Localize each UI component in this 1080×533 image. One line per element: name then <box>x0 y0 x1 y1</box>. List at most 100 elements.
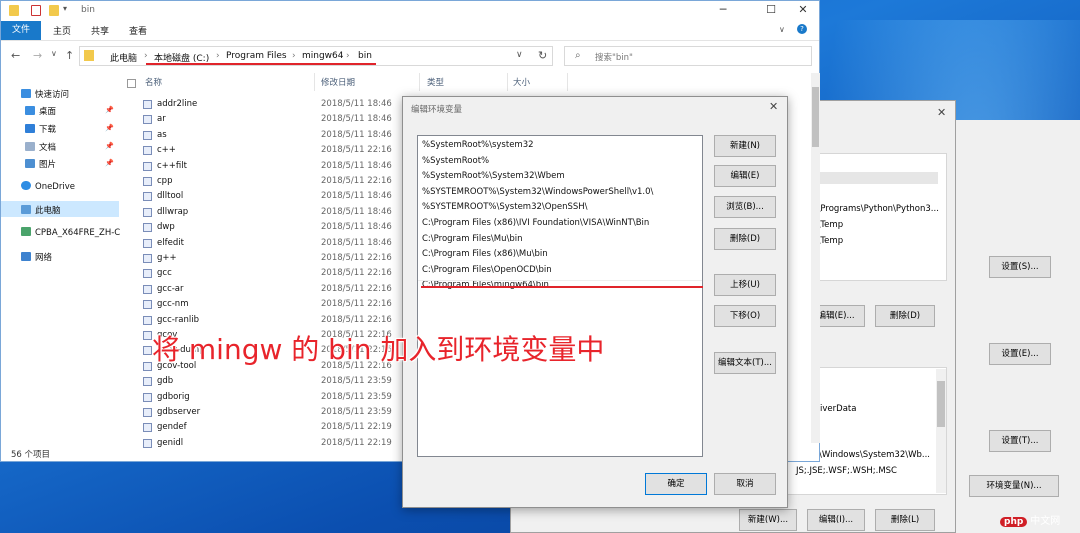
breadcrumb-this-pc[interactable]: 此电脑 <box>110 51 137 64</box>
file-row[interactable]: c++filt 2018/5/11 18:46 <box>141 159 401 174</box>
user-delete-button[interactable]: 删除(D) <box>875 305 935 327</box>
file-row[interactable]: elfedit 2018/5/11 18:46 <box>141 236 401 251</box>
path-entry[interactable]: %SystemRoot%\System32\Wbem <box>422 171 565 181</box>
sidebar-item-dvd-drive[interactable]: CPBA_X64FRE_ZH-C <box>21 227 120 238</box>
file-row[interactable]: cpp 2018/5/11 22:16 <box>141 174 401 189</box>
breadcrumb-mingw64[interactable]: mingw64 <box>302 51 344 61</box>
sys-delete-button[interactable]: 删除(L) <box>875 509 935 531</box>
file-name: gdb <box>157 376 174 387</box>
address-dropdown-icon[interactable]: ∨ <box>516 50 523 60</box>
file-row[interactable]: gdb 2018/5/11 23:59 <box>141 374 401 389</box>
file-row[interactable]: g++ 2018/5/11 22:16 <box>141 251 401 266</box>
select-all-checkbox[interactable] <box>127 79 136 88</box>
edit-path-button[interactable]: 编辑(E) <box>714 165 776 187</box>
environment-variables-button[interactable]: 环境变量(N)... <box>969 475 1059 497</box>
sys-list-scrollbar[interactable] <box>936 369 946 493</box>
file-name: gcc-ranlib <box>157 314 200 325</box>
pin-icon[interactable]: 📌 <box>105 106 114 114</box>
cancel-button[interactable]: 取消 <box>714 473 776 495</box>
column-divider[interactable] <box>419 73 420 91</box>
refresh-icon[interactable]: ↻ <box>538 49 547 62</box>
file-row[interactable]: gdborig 2018/5/11 23:59 <box>141 390 401 405</box>
dialog-close-icon[interactable]: ✕ <box>769 100 778 113</box>
breadcrumb-bin[interactable]: bin <box>358 51 372 61</box>
sidebar-item-network[interactable]: 网络 <box>21 251 52 263</box>
sys-edit-button[interactable]: 编辑(I)... <box>807 509 865 531</box>
file-row[interactable]: c++ 2018/5/11 22:16 <box>141 143 401 158</box>
file-row[interactable]: dwp 2018/5/11 18:46 <box>141 220 401 235</box>
pin-icon[interactable]: 📌 <box>105 142 114 150</box>
search-input[interactable]: ⌕ 搜索"bin" <box>564 46 812 66</box>
tab-home[interactable]: 主页 <box>53 24 71 37</box>
tab-view[interactable]: 查看 <box>129 24 147 37</box>
sidebar-item-desktop[interactable]: 桌面 <box>25 105 56 117</box>
pin-icon[interactable]: 📌 <box>105 124 114 132</box>
explorer-scrollbar[interactable] <box>811 73 820 443</box>
file-row[interactable]: gcc-ar 2018/5/11 22:16 <box>141 282 401 297</box>
column-header-type[interactable]: 类型 <box>427 76 444 88</box>
path-list[interactable]: %SystemRoot%\system32 %SystemRoot% %System… <box>417 135 703 457</box>
column-divider[interactable] <box>314 73 315 91</box>
network-icon <box>21 252 31 261</box>
path-entry[interactable]: %SystemRoot%\system32 <box>422 140 534 150</box>
file-row[interactable]: gcc-ranlib 2018/5/11 22:16 <box>141 313 401 328</box>
file-row[interactable]: genidl 2018/5/11 22:19 <box>141 436 401 451</box>
pin-icon[interactable]: 📌 <box>105 159 114 167</box>
browse-button[interactable]: 浏览(B)... <box>714 196 776 218</box>
up-icon[interactable]: ↑ <box>65 49 74 62</box>
file-row[interactable]: gcc 2018/5/11 22:16 <box>141 266 401 281</box>
user-profile-settings-button[interactable]: 设置(E)... <box>989 343 1051 365</box>
minimize-icon[interactable]: ─ <box>711 3 735 19</box>
sidebar-item-pictures[interactable]: 图片 <box>25 158 56 170</box>
path-entry[interactable]: C:\Program Files\OpenOCD\bin <box>422 265 552 275</box>
path-entry[interactable]: C:\Program Files\Mu\bin <box>422 234 522 244</box>
quick-access-dropdown-icon[interactable]: ▾ <box>63 4 67 13</box>
path-entry[interactable]: %SYSTEMROOT%\System32\WindowsPowerShell\… <box>422 187 653 197</box>
edit-text-button[interactable]: 编辑文本(T)... <box>714 352 776 374</box>
file-row[interactable]: ar 2018/5/11 18:46 <box>141 112 401 127</box>
sidebar-item-documents[interactable]: 文档 <box>25 141 56 153</box>
file-row[interactable]: gendef 2018/5/11 22:19 <box>141 420 401 435</box>
new-folder-icon[interactable] <box>49 5 59 16</box>
file-row[interactable]: addr2line 2018/5/11 18:46 <box>141 97 401 112</box>
startup-settings-button[interactable]: 设置(T)... <box>989 430 1051 452</box>
file-row[interactable]: gdbserver 2018/5/11 23:59 <box>141 405 401 420</box>
column-header-date[interactable]: 修改日期 <box>321 76 355 88</box>
back-icon[interactable]: ← <box>11 49 20 62</box>
env-close-icon[interactable]: ✕ <box>937 106 946 119</box>
column-divider[interactable] <box>567 73 568 91</box>
column-divider[interactable] <box>507 73 508 91</box>
move-down-button[interactable]: 下移(O) <box>714 305 776 327</box>
file-row[interactable]: gcc-nm 2018/5/11 22:16 <box>141 297 401 312</box>
recent-locations-icon[interactable]: ∨ <box>51 49 57 58</box>
file-row[interactable]: as 2018/5/11 18:46 <box>141 128 401 143</box>
sidebar-item-this-pc[interactable]: 此电脑 <box>21 204 61 216</box>
maximize-icon[interactable]: ☐ <box>759 3 783 19</box>
expand-ribbon-icon[interactable]: ∨ <box>779 25 785 34</box>
sidebar-item-downloads[interactable]: 下载 <box>25 123 56 135</box>
performance-settings-button[interactable]: 设置(S)... <box>989 256 1051 278</box>
executable-icon <box>143 192 152 202</box>
column-header-size[interactable]: 大小 <box>513 76 530 88</box>
path-entry[interactable]: C:\Program Files (x86)\IVI Foundation\VI… <box>422 218 649 228</box>
help-icon[interactable]: ? <box>797 24 807 34</box>
tab-share[interactable]: 共享 <box>91 24 109 37</box>
tab-file[interactable]: 文件 <box>1 21 41 40</box>
properties-icon[interactable] <box>31 5 41 16</box>
column-header-name[interactable]: 名称 <box>145 76 162 88</box>
file-row[interactable]: dllwrap 2018/5/11 18:46 <box>141 205 401 220</box>
file-row[interactable]: dlltool 2018/5/11 18:46 <box>141 189 401 204</box>
ok-button[interactable]: 确定 <box>645 473 707 495</box>
delete-path-button[interactable]: 删除(D) <box>714 228 776 250</box>
move-up-button[interactable]: 上移(U) <box>714 274 776 296</box>
new-path-button[interactable]: 新建(N) <box>714 135 776 157</box>
path-entry[interactable]: C:\Program Files (x86)\Mu\bin <box>422 249 548 259</box>
path-entry[interactable]: %SystemRoot% <box>422 156 489 166</box>
sys-new-button[interactable]: 新建(W)... <box>739 509 797 531</box>
sidebar-item-onedrive[interactable]: OneDrive <box>21 181 75 192</box>
breadcrumb-program-files[interactable]: Program Files <box>226 51 287 61</box>
close-icon[interactable]: ✕ <box>791 3 815 19</box>
sidebar-item-quick-access[interactable]: 快速访问 <box>21 88 69 100</box>
forward-icon[interactable]: → <box>33 49 42 62</box>
path-entry[interactable]: %SYSTEMROOT%\System32\OpenSSH\ <box>422 202 588 212</box>
